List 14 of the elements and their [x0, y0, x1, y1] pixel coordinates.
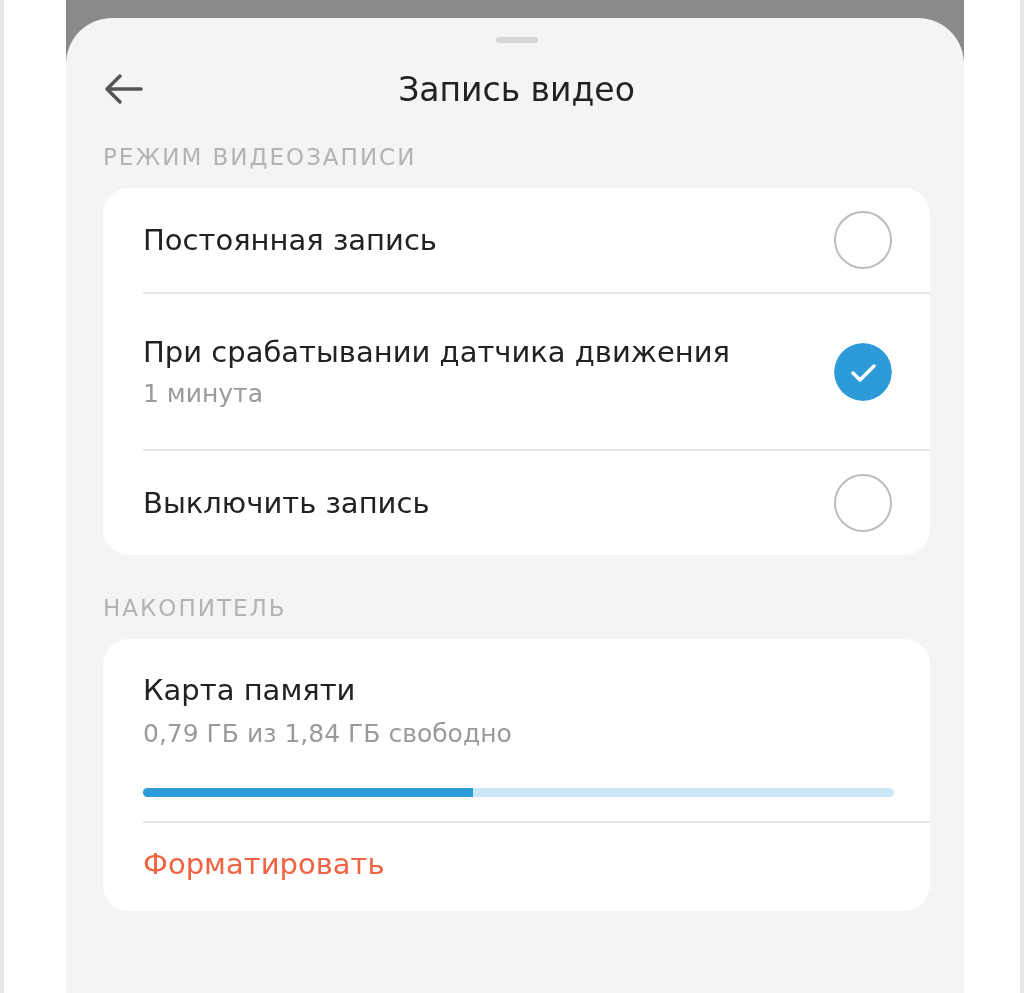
option-label[interactable]: При срабатывании датчика движения [143, 335, 834, 369]
screen-title: Запись видео [398, 69, 635, 109]
radio-button[interactable] [834, 474, 892, 532]
section-heading: НАКОПИТЕЛЬ [103, 595, 288, 621]
drag-handle[interactable] [495, 37, 538, 43]
option-subtitle: 1 минута [143, 379, 264, 408]
radio-button[interactable] [834, 211, 892, 269]
option-label[interactable]: Выключить запись [143, 486, 834, 520]
section-heading: РЕЖИМ ВИДЕОЗАПИСИ [103, 144, 418, 170]
back-arrow-icon[interactable] [103, 73, 143, 105]
storage-usage: 0,79 ГБ из 1,84 ГБ свободно [143, 719, 513, 748]
storage-title: Карта памяти [143, 673, 357, 707]
option-label[interactable]: Постоянная запись [143, 223, 834, 257]
radio-button[interactable] [834, 342, 892, 401]
